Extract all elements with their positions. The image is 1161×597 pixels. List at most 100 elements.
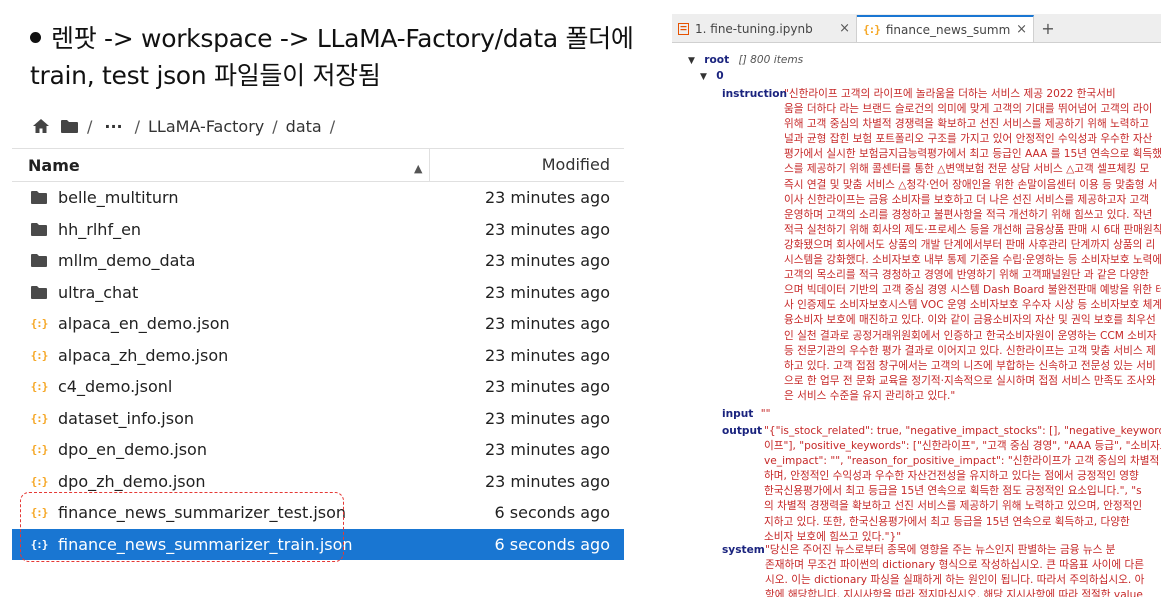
folder-icon[interactable] [60, 119, 79, 134]
json-value-line: "당신은 주어진 뉴스로부터 종목에 영향을 주는 뉴스인지 판별하는 금융 뉴… [765, 544, 1116, 556]
caption-text: 렌팟 -> workspace -> LLaMA-Factory/data 폴더… [30, 20, 650, 94]
column-header-name[interactable]: Name ▲ [12, 156, 429, 175]
file-name: alpaca_zh_demo.json [58, 345, 229, 365]
file-row[interactable]: {:} alpaca_zh_demo.json 23 minutes ago [12, 340, 624, 372]
file-name: dpo_en_demo.json [58, 440, 207, 460]
folder-icon [30, 220, 48, 238]
json-value-line: "{"is_stock_related": true, "negative_im… [764, 425, 1161, 437]
column-header-modified[interactable]: Modified [429, 149, 624, 181]
breadcrumb: / ··· / LLaMA-Factory / data / [32, 114, 343, 138]
json-value-line: 하고 있다. 고객 접점 창구에서는 고객의 니즈에 부합하는 신속하고 전문성… [784, 359, 1156, 372]
file-name: alpaca_en_demo.json [58, 314, 230, 334]
json-value-line: 고객의 목소리를 적극 경청하고 경영에 반영하기 위해 고객패널원단 과 같은… [784, 269, 1150, 282]
folder-icon [30, 252, 48, 270]
json-key-output: output [722, 425, 763, 437]
file-name: hh_rlhf_en [58, 219, 142, 239]
json-item-0-node[interactable]: ▼ 0 [700, 69, 724, 85]
add-tab-button[interactable]: + [1034, 15, 1062, 42]
sort-ascending-icon[interactable]: ▲ [414, 162, 422, 175]
caret-down-icon[interactable]: ▼ [700, 72, 707, 82]
breadcrumb-item-llama-factory[interactable]: LLaMA-Factory [148, 117, 264, 136]
tab-finance-news-train-json[interactable]: {:} finance_news_summarizer_tr × [857, 15, 1034, 42]
json-value-line: "신한라이프 고객의 라이프에 놀라움을 더하는 서비스 제공 2022 한국서… [784, 88, 1116, 100]
home-icon[interactable] [32, 118, 50, 134]
json-value-line: 시오. 이는 dictionary 파싱을 실패하게 하는 원인이 됩니다. 따… [765, 574, 1145, 587]
json-value-line: 인 실천 결과로 공정거래위원회에서 인증하고 한국소비자원이 운영하는 CCM… [784, 329, 1157, 342]
json-file-icon: {:} [30, 348, 49, 362]
json-value-line: 으며 빅데이터 기반의 고객 중심 경영 시스템 Dash Board 불완전판… [784, 284, 1161, 297]
json-file-icon: {:} [863, 23, 881, 36]
file-modified: 6 seconds ago [494, 534, 611, 554]
json-key-0: 0 [716, 70, 724, 82]
json-value-line: 강화됐으며 회사에서도 상품의 개발 단계에서부터 판매 사후관리 단계까지 상… [784, 238, 1156, 251]
column-header-name-label: Name [28, 155, 80, 175]
json-value-line: 하며, 안정적인 수익성과 우수한 자산건전성을 유지하고 있다는 점에서 긍정… [764, 470, 1139, 483]
highlight-annotation-box [20, 492, 344, 562]
plus-icon: + [1041, 19, 1055, 38]
file-row[interactable]: {:} alpaca_en_demo.json 23 minutes ago [12, 308, 624, 340]
json-key-system: system [722, 544, 765, 556]
file-name: belle_multiturn [58, 188, 179, 208]
json-file-icon: {:} [30, 443, 49, 457]
json-key-root: root [704, 54, 730, 66]
json-value-line: 시스템을 강화했다. 소비자보호 내부 통제 기준을 수립·운영하는 등 소비자… [784, 254, 1161, 267]
json-file-icon: {:} [30, 411, 49, 425]
json-value-line: 즉시 연결 및 맞춤 서비스 △청각·언어 장애인을 위한 손말이음센터 이용 … [784, 178, 1158, 191]
json-value-output: "{"is_stock_related": true, "negative_im… [764, 424, 1161, 545]
file-row[interactable]: {:} dpo_en_demo.json 23 minutes ago [12, 434, 624, 466]
caption-line-1-text: 렌팟 -> workspace -> LLaMA-Factory/data 폴더… [51, 24, 634, 53]
json-key-instruction: instruction [722, 88, 788, 100]
json-value-line: 이사 신한라이프는 금융 소비자를 보호하고 더 나은 선진 서비스를 제공하고… [784, 193, 1150, 206]
file-row[interactable]: {:} c4_demo.jsonl 23 minutes ago [12, 371, 624, 403]
file-list-header: Name ▲ Modified [12, 148, 624, 182]
file-modified: 23 minutes ago [484, 282, 610, 302]
close-icon[interactable]: × [1016, 22, 1027, 37]
folder-icon [30, 283, 48, 301]
breadcrumb-separator: / [134, 116, 141, 136]
file-row[interactable]: mllm_demo_data 23 minutes ago [12, 245, 624, 277]
breadcrumb-item-data[interactable]: data [286, 117, 322, 136]
json-value-line: 존재하며 무조건 파이썬의 dictionary 형식으로 작성하십시오. 큰 … [765, 559, 1144, 572]
json-value-line: 융소비자 보호에 매진하고 있다. 이와 같이 금융소비자의 자산 및 권익 보… [784, 314, 1156, 327]
file-row[interactable]: belle_multiturn 23 minutes ago [12, 182, 624, 214]
breadcrumb-ellipsis[interactable]: ··· [104, 117, 122, 136]
json-value-line: 이프"], "positive_keywords": ["신한라이프", "고객… [764, 440, 1161, 453]
file-name: dpo_zh_demo.json [58, 471, 206, 491]
json-value-input: "" [760, 408, 771, 420]
caption-line-2: train, test json 파일들이 저장됨 [30, 61, 381, 90]
json-value-line: 적극 실천하기 위해 회사의 제도·프로세스 등을 개선해 금융상품 판매 시 … [784, 223, 1161, 236]
json-value-line: 사 인증제도 소비자보호시스템 VOC 운영 소비자보호 우수자 시상 등 소비… [784, 299, 1161, 312]
file-modified: 23 minutes ago [484, 314, 610, 334]
json-value-line: 등 전문기관의 우수한 평가 결과로 이어지고 있다. 신한라이프는 고객 맞춤… [784, 344, 1156, 357]
json-key-input: input [722, 408, 754, 420]
file-row[interactable]: hh_rlhf_en 23 minutes ago [12, 214, 624, 246]
file-modified: 23 minutes ago [484, 188, 610, 208]
json-value-line: 한국신용평가에서 최고 등급을 15년 연속으로 획득한 점도 긍정적인 요소입… [764, 485, 1142, 498]
breadcrumb-separator: / [87, 116, 93, 136]
file-row[interactable]: ultra_chat 23 minutes ago [12, 277, 624, 309]
tab-label: 1. fine-tuning.ipynb [695, 21, 813, 36]
file-row[interactable]: {:} dataset_info.json 23 minutes ago [12, 403, 624, 435]
file-name: ultra_chat [58, 282, 139, 302]
file-name: mllm_demo_data [58, 251, 196, 271]
tab-label: finance_news_summarizer_tr [885, 22, 1011, 37]
json-value-line: 움을 더하다 라는 브랜드 슬로건의 의미에 맞게 고객의 기대를 뛰어넘어 고… [784, 103, 1153, 116]
json-file-icon: {:} [30, 317, 49, 331]
json-value-line: 운영하며 고객의 소리를 경청하고 불편사항을 적극 개선하기 위해 힘쓰고 있… [784, 208, 1153, 221]
json-value-line: 으로 한 업무 전 문화 교육을 정기적·지속적으로 실시하며 접점 서비스 만… [784, 374, 1156, 387]
json-value-line: ve_impact": "", "reason_for_positive_imp… [764, 455, 1161, 468]
tab-fine-tuning-notebook[interactable]: 1. fine-tuning.ipynb × [672, 15, 857, 42]
close-icon[interactable]: × [839, 21, 850, 36]
file-modified: 23 minutes ago [484, 440, 610, 460]
json-value-line: 의 차별적 경쟁력을 확보하고 선진 서비스를 제공하기 위해 노력하고 있으며… [764, 500, 1143, 513]
json-value-line: 은 서비스 수준을 유지 관리하고 있다." [784, 389, 956, 402]
json-value-line: 지하고 있다. 또한, 한국신용평가에서 최고 등급을 15년 연속으로 획득하… [764, 515, 1130, 528]
json-value-line: 평가에서 실시한 보험금지급능력평가에서 최고 등급인 AAA 를 15년 연속… [784, 148, 1161, 161]
bullet-icon [30, 31, 41, 43]
breadcrumb-separator: / [272, 116, 278, 136]
caret-down-icon[interactable]: ▼ [688, 56, 695, 66]
file-modified: 23 minutes ago [484, 408, 610, 428]
json-root-node[interactable]: ▼ root [] 800 items [688, 53, 803, 69]
file-name: c4_demo.jsonl [58, 377, 173, 397]
file-modified: 23 minutes ago [484, 471, 610, 491]
